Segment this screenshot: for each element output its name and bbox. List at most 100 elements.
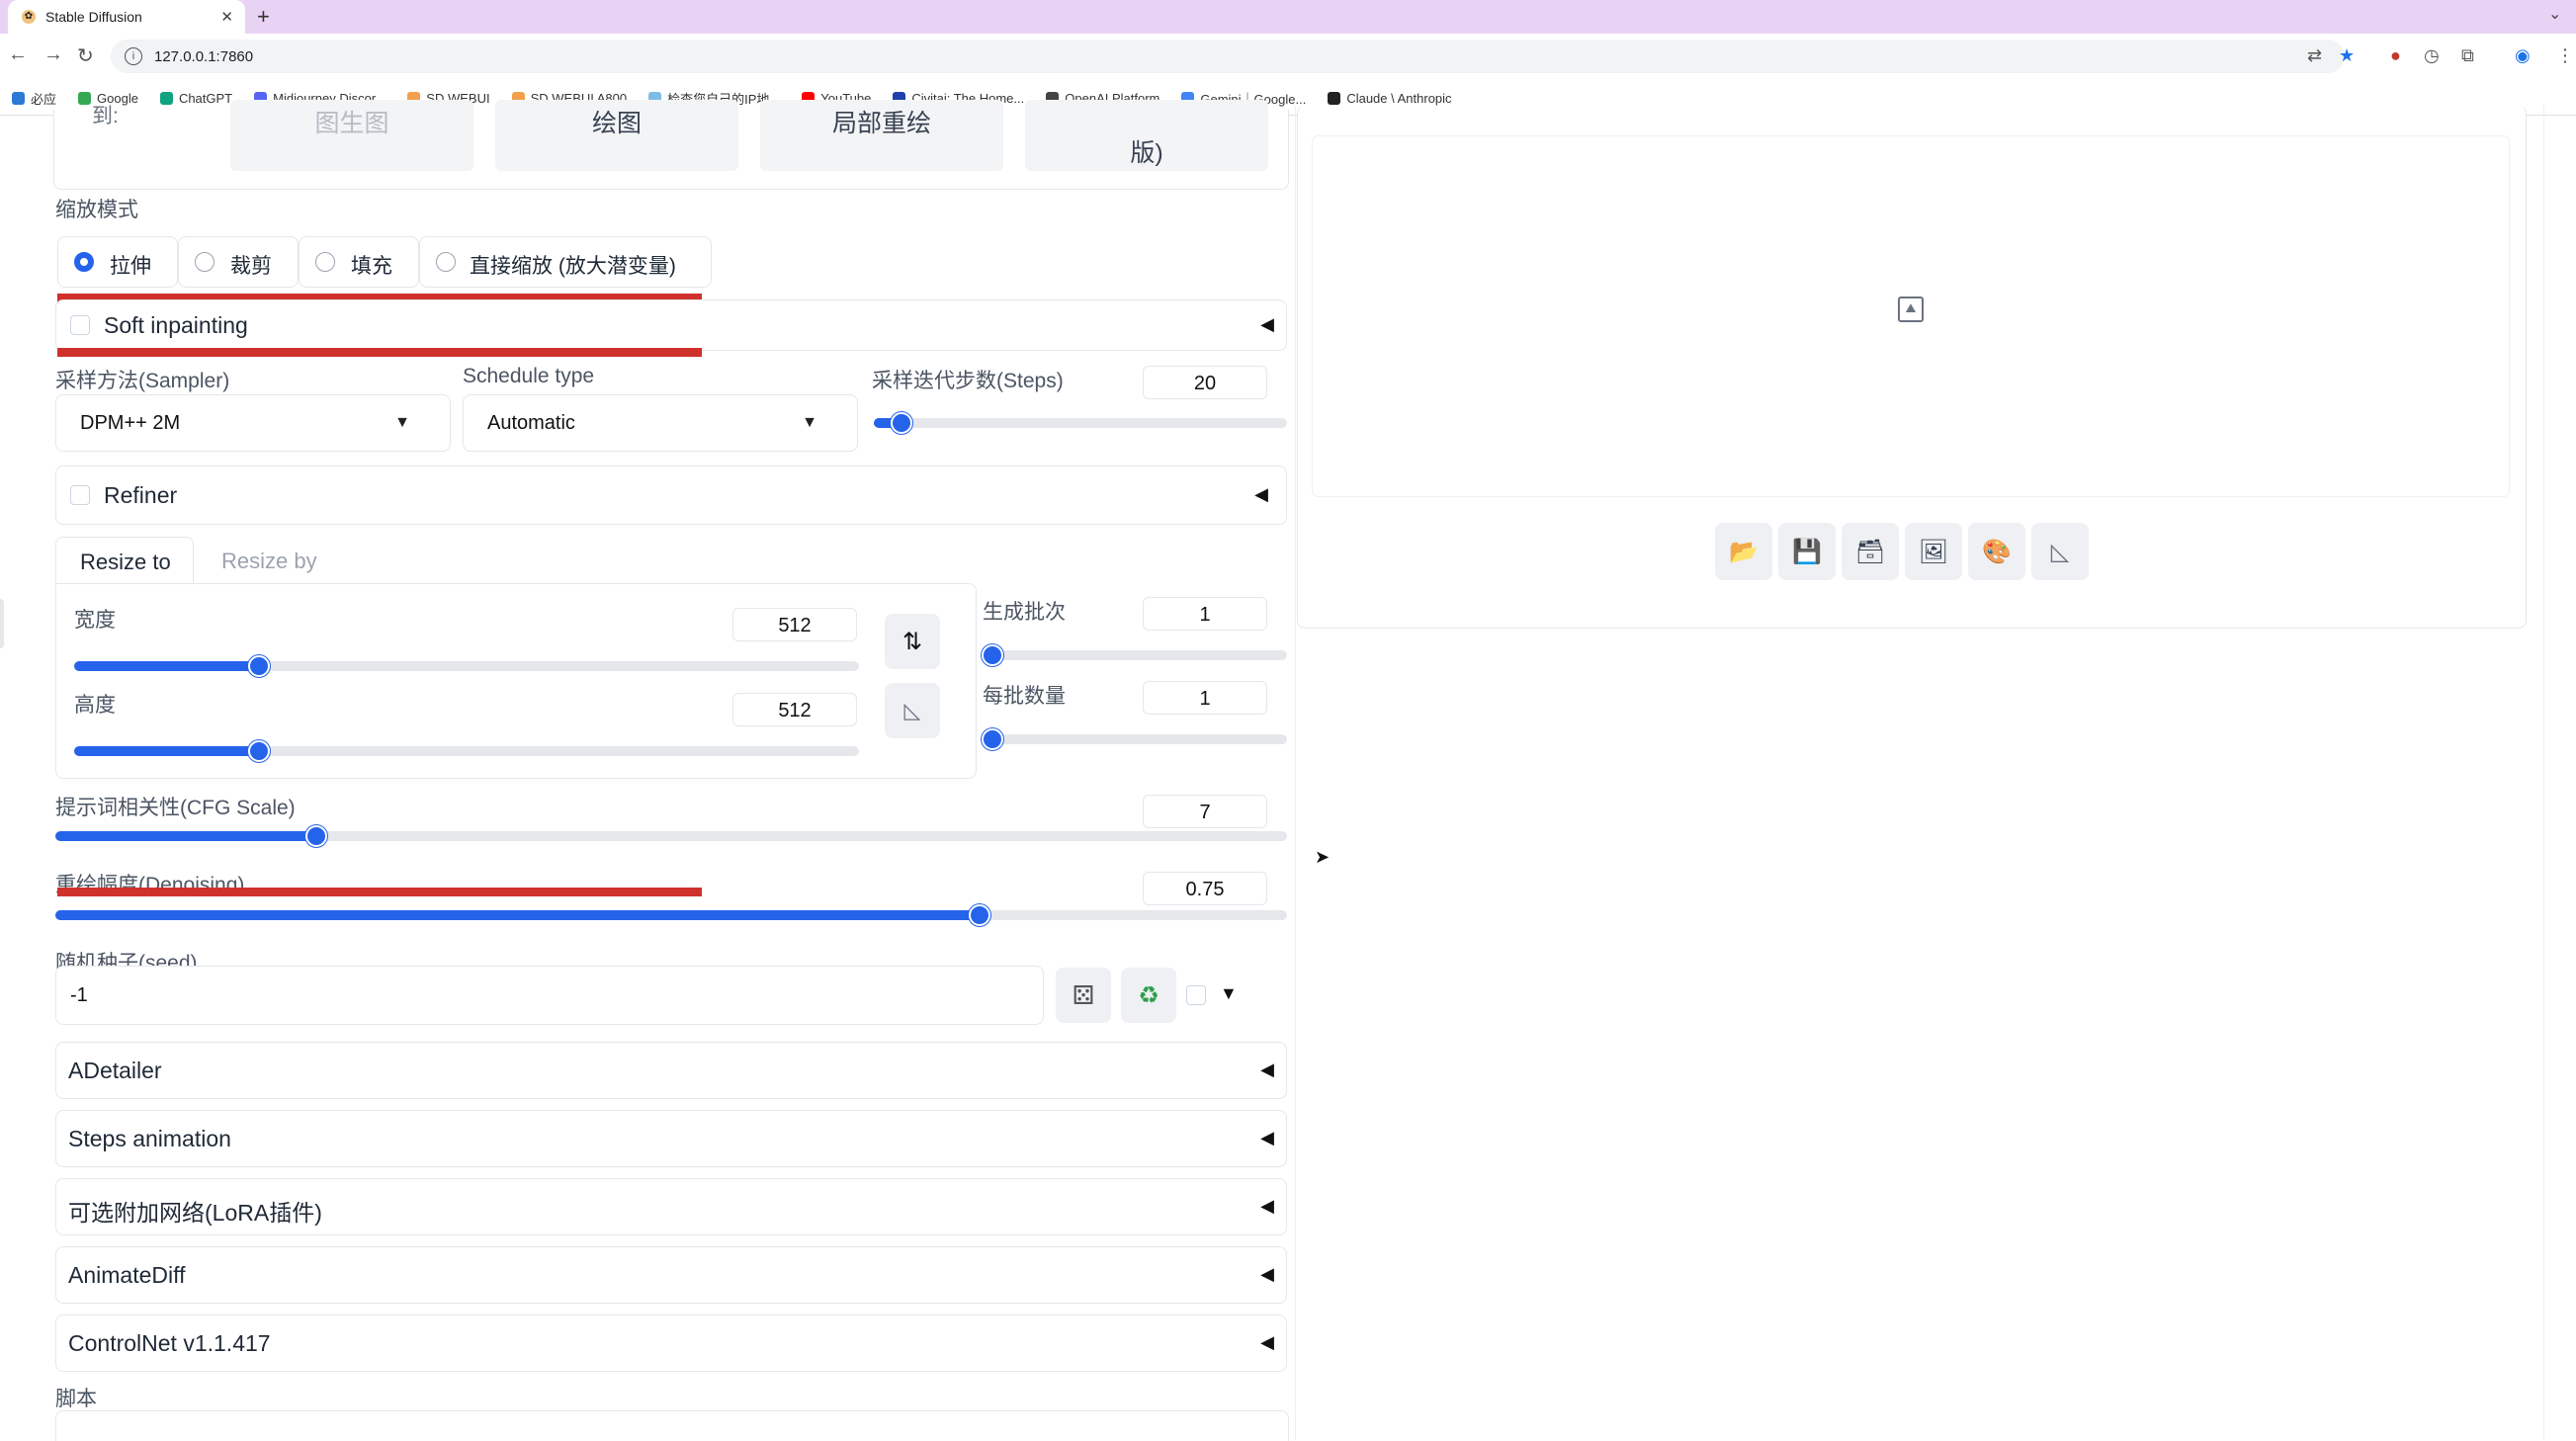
extra-seed-checkbox[interactable] xyxy=(1186,985,1206,1005)
accordion-adetailer[interactable]: ADetailer ◀ xyxy=(55,1042,1287,1099)
auto-size-button[interactable]: ◺ xyxy=(885,683,940,738)
cfg-scale-slider-thumb[interactable] xyxy=(305,825,328,847)
save-button[interactable]: 💾 xyxy=(1778,523,1836,580)
browser-tab[interactable]: ✿ Stable Diffusion ✕ xyxy=(8,0,245,34)
steps-slider-thumb[interactable] xyxy=(891,412,913,434)
radio-stretch[interactable]: 拉伸 xyxy=(57,236,178,288)
random-seed-button[interactable]: ⚄ xyxy=(1056,968,1111,1023)
radio-crop[interactable]: 裁剪 xyxy=(178,236,299,288)
send-to-extras-button[interactable]: ◺ xyxy=(2031,523,2089,580)
tab-search-icon[interactable]: ⌄ xyxy=(2548,4,2561,24)
profile-avatar-icon[interactable]: ◉ xyxy=(2515,45,2531,66)
collapse-arrow-icon[interactable]: ◀ xyxy=(1260,1060,1274,1080)
bookmark-label: ChatGPT xyxy=(178,90,233,106)
radio-fill-dot[interactable] xyxy=(315,252,335,272)
bookmark-label: Claude \ Anthropic xyxy=(1346,90,1452,106)
batch-size-slider[interactable] xyxy=(982,728,1287,750)
bookmark-item[interactable]: ChatGPT xyxy=(159,90,233,106)
send-to-inpaint-button[interactable]: 局部重绘 xyxy=(760,100,1003,171)
swap-dimensions-button[interactable]: ⇅ xyxy=(885,614,940,669)
radio-latent-upscale[interactable]: 直接缩放 (放大潜变量) xyxy=(419,236,712,288)
zip-button[interactable]: 🗃 xyxy=(1842,523,1899,580)
open-folder-button[interactable]: 📂 xyxy=(1715,523,1772,580)
collapse-arrow-icon[interactable]: ◀ xyxy=(1260,1196,1274,1217)
soft-inpainting-arrow-icon[interactable]: ◀ xyxy=(1260,314,1274,335)
mouse-cursor-icon: ➤ xyxy=(1315,847,1331,867)
denoising-input[interactable]: 0.75 xyxy=(1143,872,1267,905)
batch-count-slider-thumb[interactable] xyxy=(982,644,1003,666)
radio-latent-label: 直接缩放 (放大潜变量) xyxy=(470,255,676,278)
script-dropdown[interactable] xyxy=(55,1410,1289,1441)
width-slider[interactable] xyxy=(74,655,859,677)
soft-inpainting-accordion[interactable]: Soft inpainting ◀ xyxy=(55,299,1287,351)
height-input[interactable]: 512 xyxy=(732,693,857,726)
send-to-inpaint-sketch-button[interactable]: 版) xyxy=(1025,100,1268,171)
radio-crop-dot[interactable] xyxy=(195,252,215,272)
forward-icon[interactable]: → xyxy=(43,43,63,66)
steps-slider[interactable] xyxy=(874,412,1287,434)
refiner-arrow-icon[interactable]: ◀ xyxy=(1254,484,1268,505)
radio-stretch-dot[interactable] xyxy=(74,252,94,272)
height-slider[interactable] xyxy=(74,740,859,762)
browser-menu-icon[interactable]: ⋮ xyxy=(2556,45,2574,66)
tab-resize-to[interactable]: Resize to xyxy=(55,537,194,585)
batch-count-input[interactable]: 1 xyxy=(1143,597,1267,631)
new-tab-button[interactable]: + xyxy=(257,4,270,30)
tab-close-icon[interactable]: ✕ xyxy=(220,8,233,26)
send-to-inpaint-output-button[interactable]: 🎨 xyxy=(1968,523,2025,580)
cfg-scale-slider[interactable] xyxy=(55,825,1287,847)
accordion-animatediff[interactable]: AnimateDiff ◀ xyxy=(55,1246,1287,1304)
bookmark-star-icon[interactable]: ★ xyxy=(2339,45,2355,66)
refiner-accordion[interactable]: Refiner ◀ xyxy=(55,466,1287,525)
side-scroll-handle[interactable] xyxy=(0,599,4,648)
tab-resize-by[interactable]: Resize by xyxy=(221,549,317,574)
bookmark-favicon-icon xyxy=(78,91,92,105)
collapse-arrow-icon[interactable]: ◀ xyxy=(1260,1264,1274,1285)
send-to-row: 到: 图生图 绘图 局部重绘 版) xyxy=(53,100,1289,190)
send-to-sketch-button[interactable]: 绘图 xyxy=(495,100,738,171)
reload-icon[interactable]: ↻ xyxy=(77,43,94,68)
schedule-type-dropdown[interactable]: Automatic ▼ xyxy=(463,394,858,452)
cfg-scale-input[interactable]: 7 xyxy=(1143,795,1267,828)
radio-crop-label: 裁剪 xyxy=(230,255,272,278)
batch-count-slider[interactable] xyxy=(982,644,1287,666)
radio-stretch-label: 拉伸 xyxy=(110,255,151,278)
seed-input[interactable]: -1 xyxy=(55,966,1044,1025)
radio-latent-dot[interactable] xyxy=(436,252,456,272)
chevron-down-icon: ▼ xyxy=(394,414,410,431)
collapse-arrow-icon[interactable]: ◀ xyxy=(1260,1332,1274,1353)
width-slider-thumb[interactable] xyxy=(247,655,270,677)
bookmark-item[interactable]: 必应 xyxy=(12,89,56,108)
radio-fill[interactable]: 填充 xyxy=(299,236,419,288)
site-info-icon[interactable]: i xyxy=(125,47,142,65)
denoising-slider[interactable] xyxy=(55,904,1287,926)
batch-size-input[interactable]: 1 xyxy=(1143,681,1267,715)
bookmark-item[interactable]: Claude \ Anthropic xyxy=(1328,90,1452,106)
refiner-checkbox[interactable] xyxy=(70,485,90,505)
extra-seed-arrow-icon[interactable]: ▼ xyxy=(1220,983,1238,1004)
address-bar[interactable]: i 127.0.0.1:7860 xyxy=(111,40,2345,73)
denoising-slider-thumb[interactable] xyxy=(968,904,990,926)
steps-input[interactable]: 20 xyxy=(1143,366,1267,399)
extension-record-icon[interactable]: ● xyxy=(2390,45,2401,66)
send-to-img2img-output-button[interactable]: 🖼 xyxy=(1905,523,1962,580)
extensions-puzzle-icon[interactable]: ⧉ xyxy=(2461,45,2474,66)
translate-icon[interactable]: ⇄ xyxy=(2307,45,2322,66)
resize-panel: 宽度 512 ⇅ 高度 512 ◺ xyxy=(55,583,977,779)
accordion-lora[interactable]: 可选附加网络(LoRA插件) ◀ xyxy=(55,1178,1287,1235)
reuse-seed-button[interactable]: ♻ xyxy=(1121,968,1176,1023)
collapse-arrow-icon[interactable]: ◀ xyxy=(1260,1128,1274,1148)
script-label: 脚本 xyxy=(55,1388,97,1410)
height-slider-thumb[interactable] xyxy=(247,740,270,762)
send-to-img2img-button[interactable]: 图生图 xyxy=(230,100,473,171)
history-icon[interactable]: ◷ xyxy=(2424,45,2440,66)
accordion-controlnet[interactable]: ControlNet v1.1.417 ◀ xyxy=(55,1314,1287,1372)
width-input[interactable]: 512 xyxy=(732,608,857,641)
batch-size-slider-thumb[interactable] xyxy=(982,728,1003,750)
bookmark-label: 必应 xyxy=(31,91,57,107)
back-icon[interactable]: ← xyxy=(8,43,28,66)
output-image-area[interactable]: ⛰ xyxy=(1312,135,2510,497)
accordion-steps-animation[interactable]: Steps animation ◀ xyxy=(55,1110,1287,1167)
sampler-dropdown[interactable]: DPM++ 2M ▼ xyxy=(55,394,451,452)
soft-inpainting-checkbox[interactable] xyxy=(70,315,90,335)
